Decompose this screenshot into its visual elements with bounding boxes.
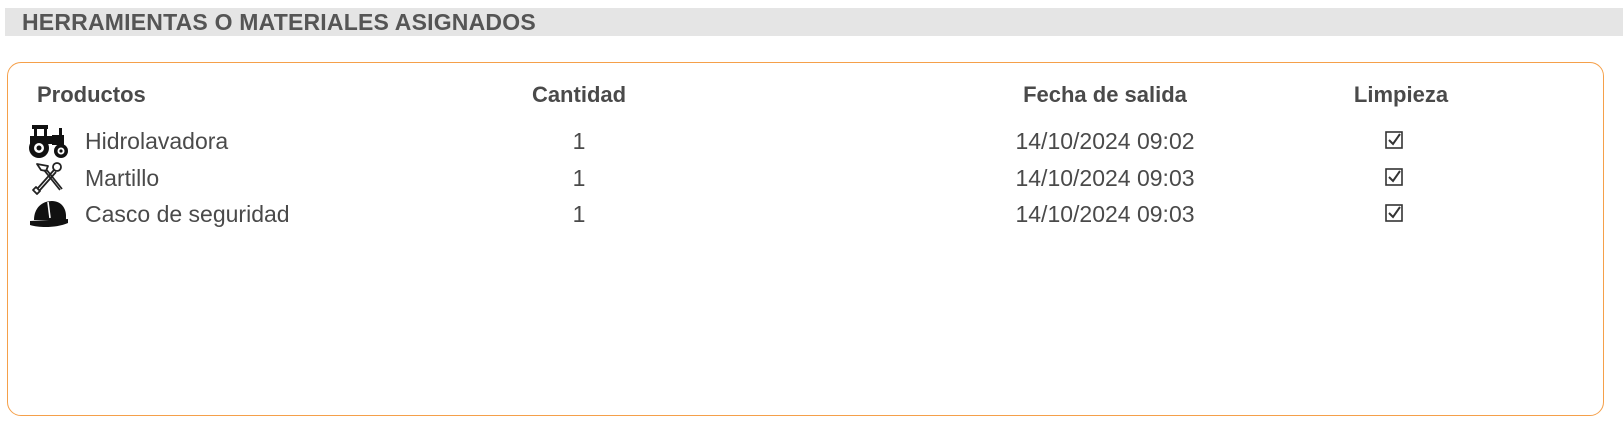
product-quantity: 1 <box>572 201 586 227</box>
assigned-tools-panel <box>7 62 1604 416</box>
tools-icon <box>26 160 70 196</box>
limpieza-checkbox[interactable] <box>1385 168 1403 186</box>
product-date: 14/10/2024 09:03 <box>1015 165 1195 191</box>
limpieza-checkbox[interactable] <box>1385 131 1403 149</box>
column-header-limpieza: Limpieza <box>1353 82 1449 107</box>
table-row: Martillo 1 14/10/2024 09:03 <box>0 160 1623 198</box>
product-quantity: 1 <box>572 165 586 191</box>
column-header-fecha: Fecha de salida <box>1023 82 1187 107</box>
product-quantity: 1 <box>572 128 586 154</box>
product-name: Hidrolavadora <box>85 128 229 154</box>
product-date: 14/10/2024 09:03 <box>1015 201 1195 227</box>
limpieza-checkbox[interactable] <box>1385 204 1403 222</box>
section-header: HERRAMIENTAS O MATERIALES ASIGNADOS <box>5 8 1623 36</box>
section-title: HERRAMIENTAS O MATERIALES ASIGNADOS <box>22 9 536 35</box>
column-header-productos: Productos <box>37 82 146 107</box>
product-name: Casco de seguridad <box>85 201 290 227</box>
hard-hat-icon <box>26 196 70 232</box>
table-row: Casco de seguridad 1 14/10/2024 09:03 <box>0 196 1623 234</box>
table-row: Hidrolavadora 1 14/10/2024 09:02 <box>0 123 1623 161</box>
product-date: 14/10/2024 09:02 <box>1015 128 1195 154</box>
column-header-cantidad: Cantidad <box>531 82 627 107</box>
tractor-icon <box>26 123 70 159</box>
product-name: Martillo <box>85 165 160 191</box>
